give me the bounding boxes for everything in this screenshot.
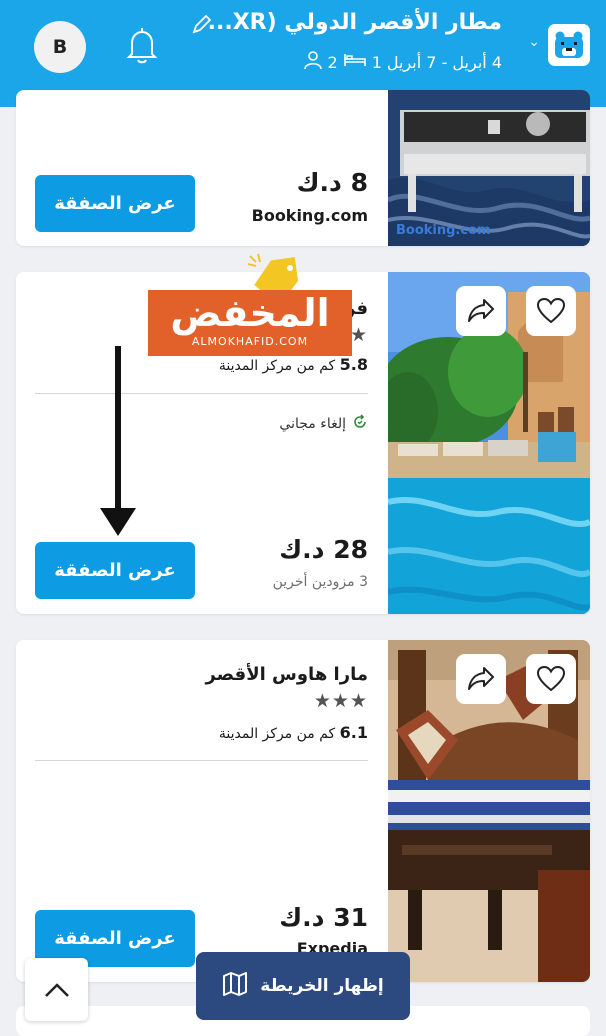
star-rating: ★★★ — [313, 690, 368, 712]
scroll-to-top-button[interactable] — [25, 958, 88, 1021]
refresh-check-icon — [352, 414, 368, 434]
divider — [35, 393, 368, 394]
person-icon — [303, 50, 323, 74]
date-range: 4 أبريل - 7 أبريل — [386, 52, 502, 72]
down-arrow-annotation — [98, 346, 138, 542]
photo-source-caption: Booking.com — [396, 223, 491, 238]
favorite-button[interactable] — [526, 286, 576, 336]
divider — [35, 760, 368, 761]
cancellation-label: إلغاء مجاني — [279, 416, 346, 432]
share-button[interactable] — [456, 654, 506, 704]
price: 31 د.ك — [279, 903, 368, 932]
bed-icon — [343, 52, 367, 72]
view-deal-button[interactable]: عرض الصفقة — [35, 542, 195, 599]
distance-from-center: 6.1 كم من مركز المدينة — [219, 723, 368, 742]
hotel-photo[interactable]: Booking.com — [388, 90, 590, 246]
chevron-down-icon[interactable]: ⌄ — [528, 34, 540, 50]
price: 28 د.ك — [279, 535, 368, 564]
hotel-name[interactable]: مارا هاوس الأقصر — [205, 664, 368, 685]
app-logo[interactable] — [548, 24, 590, 66]
share-arrow-icon — [468, 299, 494, 322]
watermark-logo: المخفض ALMOKHAFID.COM — [148, 290, 352, 356]
bear-logo-icon — [555, 31, 583, 58]
show-map-label: إظهار الخريطة — [260, 976, 384, 996]
free-cancellation: إلغاء مجاني — [279, 414, 368, 434]
map-icon — [222, 971, 248, 1001]
provider-name: Booking.com — [251, 206, 368, 225]
distance-value: 6.1 — [339, 723, 368, 742]
star-rating: ★ — [349, 324, 368, 346]
other-providers[interactable]: 3 مزودين أخرين — [273, 574, 368, 590]
heart-icon — [537, 298, 565, 324]
favorite-button[interactable] — [526, 654, 576, 704]
chevron-up-icon — [44, 982, 69, 997]
user-avatar[interactable]: B — [34, 21, 86, 73]
edit-pencil-icon[interactable] — [190, 12, 214, 40]
watermark-url: ALMOKHAFID.COM — [191, 335, 309, 348]
show-map-button[interactable]: إظهار الخريطة — [196, 952, 410, 1020]
watermark-text: المخفض — [170, 291, 330, 335]
destination-title[interactable]: مطار الأقصر الدولي (XR... — [208, 10, 502, 35]
guest-count: 2 — [327, 52, 338, 72]
heart-icon — [537, 666, 565, 692]
distance-label: كم من مركز المدينة — [218, 358, 336, 374]
hotel-card-3[interactable]: مارا هاوس الأقصر ★★★ 6.1 كم من مركز المد… — [16, 640, 590, 982]
room-count: 1 — [371, 52, 382, 72]
distance-value: 5.8 — [339, 355, 368, 374]
view-deal-button[interactable]: عرض الصفقة — [35, 175, 195, 232]
hotel-card-1[interactable]: Booking.com 8 د.ك Booking.com عرض الصفقة — [16, 90, 590, 246]
distance-label: كم من مركز المدينة — [218, 726, 336, 742]
search-summary[interactable]: 4 أبريل - 7 أبريل 1 2 — [303, 50, 502, 74]
share-arrow-icon — [468, 667, 494, 690]
share-button[interactable] — [456, 286, 506, 336]
distance-from-center: 5.8 كم من مركز المدينة — [219, 355, 368, 374]
notifications-bell-icon[interactable] — [124, 26, 160, 70]
price: 8 د.ك — [296, 168, 368, 197]
